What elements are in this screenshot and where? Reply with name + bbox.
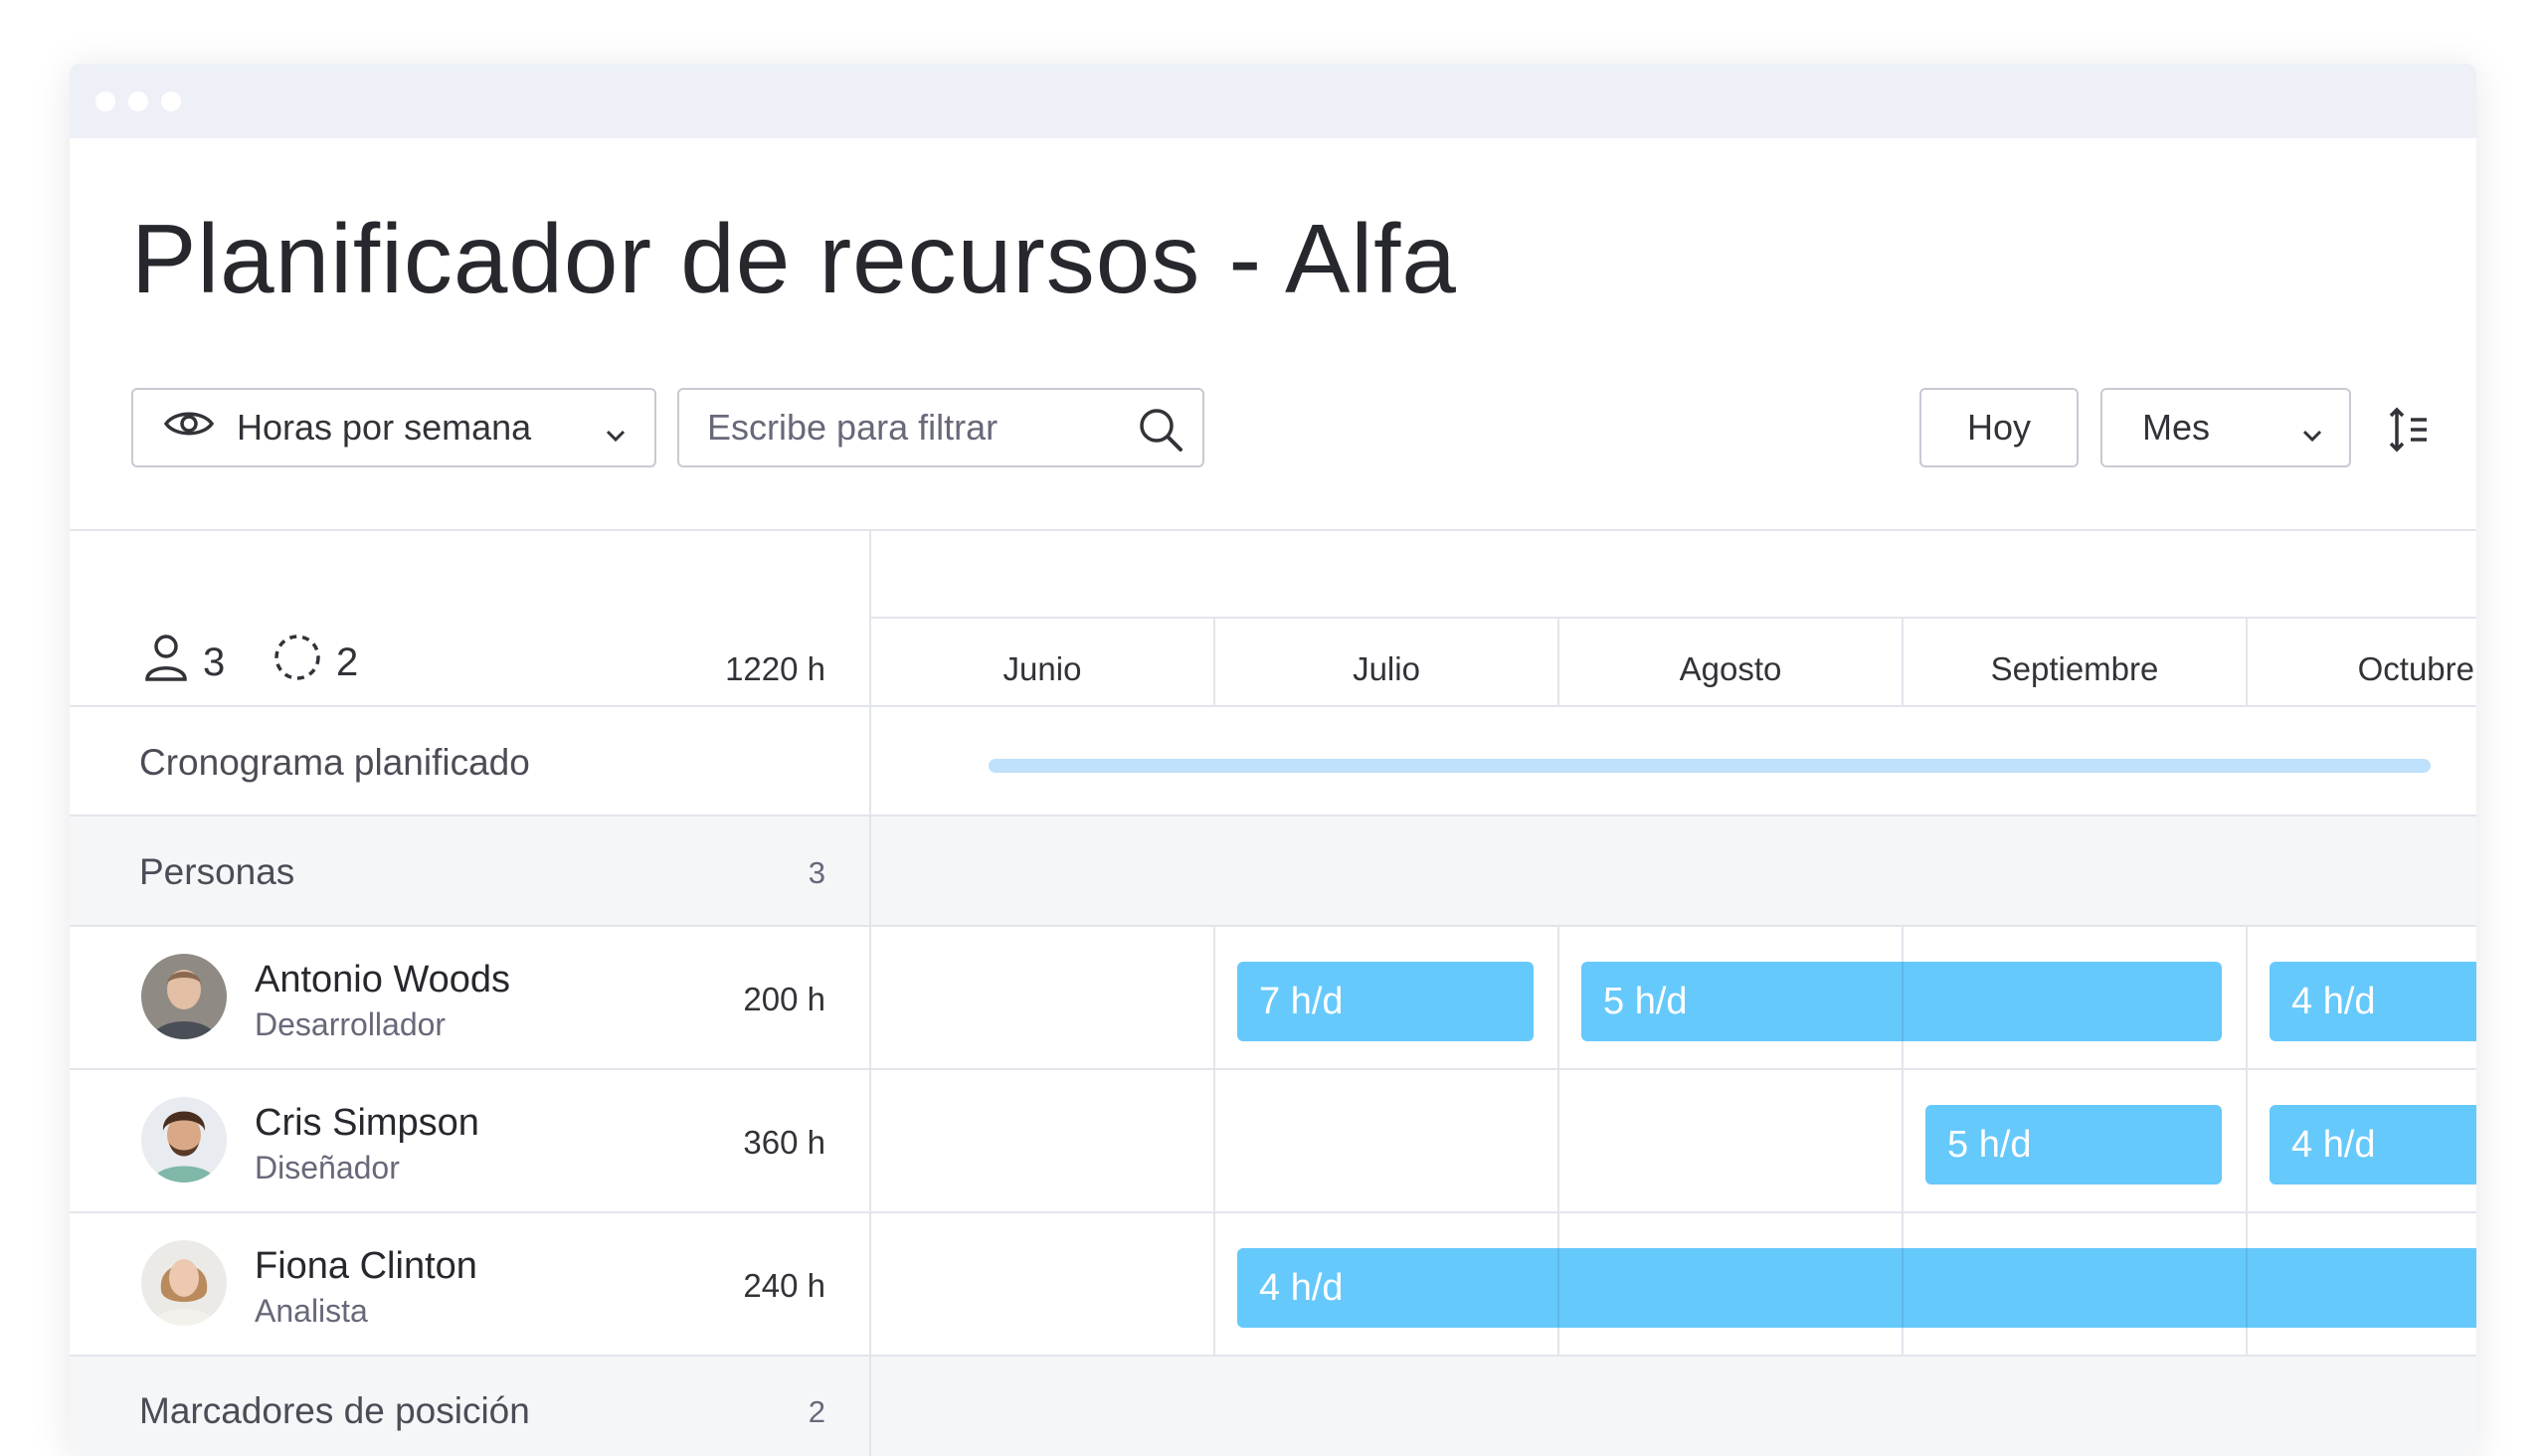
schedule-label: Cronograma planificado	[139, 742, 530, 783]
allocation-month-split	[1902, 962, 1904, 1041]
row-height-icon[interactable]	[2387, 406, 2435, 458]
placeholders-section-label: Marcadores de posición	[139, 1390, 530, 1431]
row-divider	[70, 815, 2476, 817]
eye-icon	[163, 407, 215, 450]
grid-top-border	[70, 529, 2476, 531]
placeholder-icon	[273, 633, 322, 692]
placeholder-count-value: 2	[336, 639, 359, 684]
person-role: Diseñador	[255, 1150, 400, 1185]
people-section-count: 3	[808, 855, 825, 890]
filter-field	[677, 388, 1204, 467]
month-label-september: Septiembre	[1990, 650, 2159, 687]
placeholder-count: 2	[273, 633, 358, 692]
today-button-label: Hoy	[1966, 407, 2032, 448]
chevron-down-icon	[2299, 416, 2325, 457]
avatar	[141, 1240, 227, 1326]
range-select[interactable]: Mes	[2100, 388, 2351, 467]
view-select-label: Horas por semana	[237, 407, 532, 448]
window-titlebar	[70, 64, 2476, 138]
month-label-august: Agosto	[1679, 650, 1782, 687]
total-hours: 1220 h	[725, 650, 825, 687]
allocation-bar[interactable]: 4 h/d	[2270, 962, 2476, 1041]
allocation-bar[interactable]: 4 h/d	[1237, 1248, 2476, 1328]
people-count-value: 3	[203, 639, 226, 684]
view-select[interactable]: Horas por semana	[131, 388, 656, 467]
row-divider	[70, 705, 2476, 707]
person-hours: 240 h	[743, 1267, 825, 1304]
row-divider	[70, 1211, 2476, 1213]
month-header-top-line	[871, 617, 2476, 619]
month-label-june: Junio	[1002, 650, 1082, 687]
avatar	[141, 1097, 227, 1183]
month-divider	[1213, 925, 1215, 1357]
person-name: Cris Simpson	[255, 1102, 479, 1144]
month-label-october: Octubre	[2357, 650, 2474, 687]
person-role: Analista	[255, 1293, 368, 1329]
person-icon	[143, 633, 189, 692]
row-divider	[70, 1355, 2476, 1357]
people-count: 3	[143, 633, 225, 692]
search-icon[interactable]	[1135, 404, 1186, 464]
allocation-month-split	[2246, 1248, 2248, 1328]
month-label-july: Julio	[1353, 650, 1420, 687]
person-name: Antonio Woods	[255, 959, 511, 1001]
today-button[interactable]: Hoy	[1919, 388, 2079, 467]
people-section-bg	[70, 816, 2476, 925]
window-dot-close[interactable]	[95, 91, 115, 111]
avatar	[141, 954, 227, 1039]
app-window: Planificador de recursos - Alfa Horas po…	[70, 64, 2476, 1456]
filter-input[interactable]	[707, 407, 1105, 449]
allocation-bar[interactable]: 7 h/d	[1237, 962, 1534, 1041]
window-dot-maximize[interactable]	[161, 91, 181, 111]
person-role: Desarrollador	[255, 1006, 447, 1042]
allocation-bar[interactable]: 5 h/d	[1925, 1105, 2222, 1184]
person-hours: 200 h	[743, 981, 825, 1017]
people-section-label: Personas	[139, 851, 295, 892]
page-title: Planificador de recursos - Alfa	[131, 204, 1457, 313]
chevron-down-icon	[603, 416, 629, 457]
range-select-label: Mes	[2142, 407, 2211, 448]
row-divider	[70, 1068, 2476, 1070]
person-name: Fiona Clinton	[255, 1245, 477, 1287]
window-dot-minimize[interactable]	[128, 91, 148, 111]
row-divider	[70, 925, 2476, 927]
allocation-month-split	[1902, 1248, 1904, 1328]
planned-timeline-bar[interactable]	[989, 759, 2431, 773]
person-hours: 360 h	[743, 1124, 825, 1161]
allocation-month-split	[1557, 1248, 1559, 1328]
allocation-bar[interactable]: 4 h/d	[2270, 1105, 2476, 1184]
